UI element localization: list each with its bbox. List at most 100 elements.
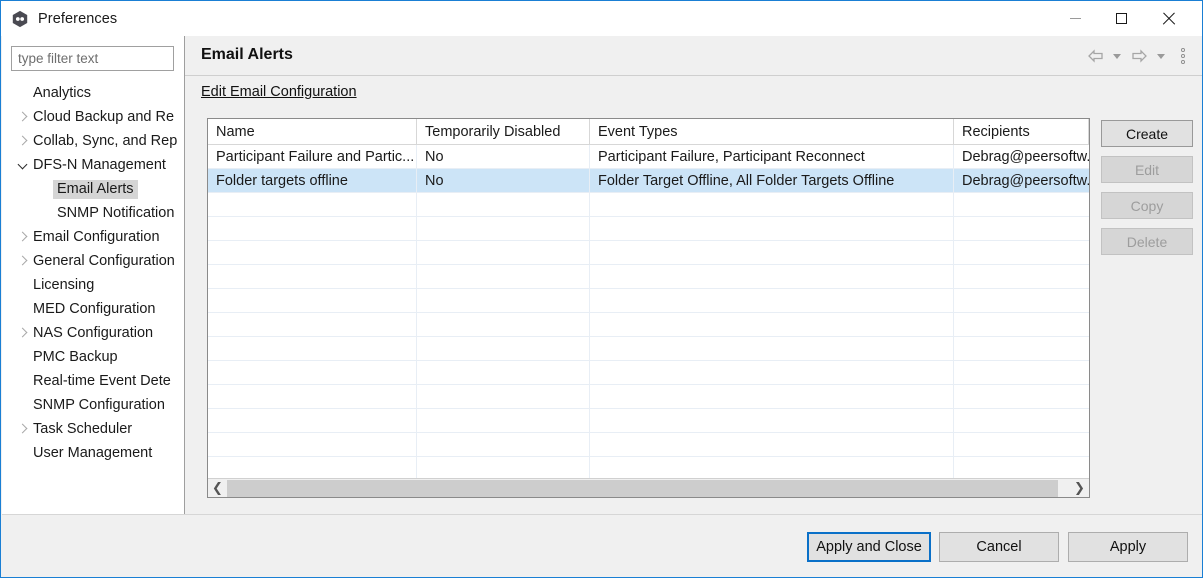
- column-header[interactable]: Event Types: [590, 119, 954, 144]
- close-button[interactable]: [1145, 1, 1191, 36]
- sidebar-item-analytics[interactable]: Analytics: [2, 81, 184, 105]
- apply-and-close-button[interactable]: Apply and Close: [807, 532, 931, 562]
- chevron-right-icon[interactable]: [14, 225, 30, 249]
- table-empty-cell: [590, 217, 954, 240]
- chevron-right-icon[interactable]: [14, 105, 30, 129]
- sidebar-item-label: Analytics: [33, 85, 92, 101]
- sidebar-item-label: Task Scheduler: [33, 421, 133, 437]
- table-cell-recipients: Debrag@peersoftw..: [962, 172, 1089, 189]
- arrow-forward-icon[interactable]: [1128, 45, 1150, 67]
- table-cell-name: Participant Failure and Partic...: [208, 145, 417, 168]
- table-empty-row[interactable]: [208, 337, 1089, 361]
- table-horizontal-scrollbar[interactable]: ❮ ❯: [208, 478, 1089, 497]
- table-empty-cell: [590, 241, 954, 264]
- table-row[interactable]: Participant Failure and Partic... No Parti…: [208, 145, 1089, 169]
- table-empty-cell: [417, 457, 590, 480]
- arrow-back-icon[interactable]: [1084, 45, 1106, 67]
- table-empty-cell: [954, 217, 1089, 240]
- table-empty-cell: [954, 337, 1089, 360]
- table-empty-row[interactable]: [208, 409, 1089, 433]
- apply-button[interactable]: Apply: [1068, 532, 1188, 562]
- sidebar-item-task-scheduler[interactable]: Task Scheduler: [2, 417, 184, 441]
- table-header-row: Name Temporarily Disabled Event Types Recip…: [208, 119, 1089, 145]
- table-empty-cell: [954, 457, 1089, 480]
- chevron-right-icon[interactable]: [14, 417, 30, 441]
- table-empty-cell: [208, 289, 417, 312]
- column-header[interactable]: Name: [208, 119, 417, 144]
- chevron-right-icon[interactable]: [14, 321, 30, 345]
- vertical-dots-icon[interactable]: [1172, 45, 1194, 67]
- table-empty-row[interactable]: [208, 241, 1089, 265]
- create-button[interactable]: Create: [1101, 120, 1193, 147]
- table-scroll-thumb[interactable]: [227, 480, 1058, 497]
- table-empty-cell: [417, 433, 590, 456]
- table-empty-cell: [954, 433, 1089, 456]
- table-body: Name Temporarily Disabled Event Types Recip…: [208, 119, 1089, 481]
- table-empty-row[interactable]: [208, 313, 1089, 337]
- sidebar-item-email-configuration[interactable]: Email Configuration: [2, 225, 184, 249]
- table-empty-cell: [590, 457, 954, 480]
- chevron-right-icon[interactable]: [14, 249, 30, 273]
- chevron-down-icon[interactable]: [14, 153, 30, 177]
- sidebar-item-cloud-backup-and-re[interactable]: Cloud Backup and Re: [2, 105, 184, 129]
- sidebar-item-pmc-backup[interactable]: PMC Backup: [2, 345, 184, 369]
- forward-history-chevron-down-icon[interactable]: [1150, 45, 1172, 67]
- filter-input[interactable]: [11, 46, 174, 71]
- table-empty-cell: [417, 313, 590, 336]
- table-empty-cell: [954, 193, 1089, 216]
- sidebar-item-label: Email Alerts: [53, 179, 138, 199]
- table-empty-cell: [417, 385, 590, 408]
- table-empty-row[interactable]: [208, 265, 1089, 289]
- table-empty-cell: [954, 265, 1089, 288]
- preferences-sidebar: Analytics Cloud Backup and Re Collab, Sync…: [2, 36, 184, 538]
- table-empty-cell: [954, 241, 1089, 264]
- sidebar-item-dfs-n-management[interactable]: DFS-N Management: [2, 153, 184, 177]
- table-empty-cell: [954, 409, 1089, 432]
- preferences-tree[interactable]: Analytics Cloud Backup and Re Collab, Sync…: [2, 81, 184, 469]
- table-empty-cell: [590, 337, 954, 360]
- table-cell-events: Folder Target Offline, All Folder Target…: [590, 169, 954, 192]
- table-empty-cell: [208, 313, 417, 336]
- minimize-button[interactable]: [1052, 1, 1098, 36]
- chevron-right-icon[interactable]: [14, 129, 30, 153]
- table-empty-cell: [417, 337, 590, 360]
- table-row[interactable]: Folder targets offline No Folder Target Of…: [208, 169, 1089, 193]
- email-alerts-table[interactable]: Name Temporarily Disabled Event Types Recip…: [207, 118, 1090, 498]
- table-empty-row[interactable]: [208, 361, 1089, 385]
- app-hexagon-icon: [12, 10, 28, 27]
- table-scroll-left-icon[interactable]: ❮: [208, 479, 227, 497]
- table-cell-disabled: No: [417, 169, 590, 192]
- table-empty-cell: [954, 289, 1089, 312]
- sidebar-item-user-management[interactable]: User Management: [2, 441, 184, 465]
- table-empty-row[interactable]: [208, 289, 1089, 313]
- maximize-button[interactable]: [1098, 1, 1144, 36]
- sidebar-item-label: Licensing: [33, 277, 95, 293]
- table-empty-cell: [417, 241, 590, 264]
- edit-button: Edit: [1101, 156, 1193, 183]
- window-title: Preferences: [38, 10, 118, 27]
- sidebar-item-snmp-configuration[interactable]: SNMP Configuration: [2, 393, 184, 417]
- sidebar-item-med-configuration[interactable]: MED Configuration: [2, 297, 184, 321]
- table-empty-row[interactable]: [208, 433, 1089, 457]
- table-empty-row[interactable]: [208, 193, 1089, 217]
- sidebar-item-email-alerts[interactable]: Email Alerts: [2, 177, 184, 201]
- table-empty-row[interactable]: [208, 385, 1089, 409]
- table-empty-cell: [590, 265, 954, 288]
- sidebar-item-collab-sync-and-rep[interactable]: Collab, Sync, and Rep: [2, 129, 184, 153]
- sidebar-item-real-time-event-dete[interactable]: Real-time Event Dete: [2, 369, 184, 393]
- sidebar-item-snmp-notification[interactable]: SNMP Notification: [2, 201, 184, 225]
- edit-email-configuration-link[interactable]: Edit Email Configuration: [201, 84, 357, 100]
- column-header[interactable]: Recipients: [954, 119, 1089, 144]
- table-empty-row[interactable]: [208, 217, 1089, 241]
- preferences-dialog: Preferences Analytics Cloud Backup and Re…: [0, 0, 1203, 578]
- table-scroll-right-icon[interactable]: ❯: [1070, 479, 1089, 497]
- sidebar-item-nas-configuration[interactable]: NAS Configuration: [2, 321, 184, 345]
- table-empty-cell: [590, 385, 954, 408]
- sidebar-item-licensing[interactable]: Licensing: [2, 273, 184, 297]
- column-header[interactable]: Temporarily Disabled: [417, 119, 590, 144]
- back-history-chevron-down-icon[interactable]: [1106, 45, 1128, 67]
- cancel-button[interactable]: Cancel: [939, 532, 1059, 562]
- table-empty-cell: [590, 193, 954, 216]
- table-empty-cell: [417, 193, 590, 216]
- sidebar-item-general-configuration[interactable]: General Configuration: [2, 249, 184, 273]
